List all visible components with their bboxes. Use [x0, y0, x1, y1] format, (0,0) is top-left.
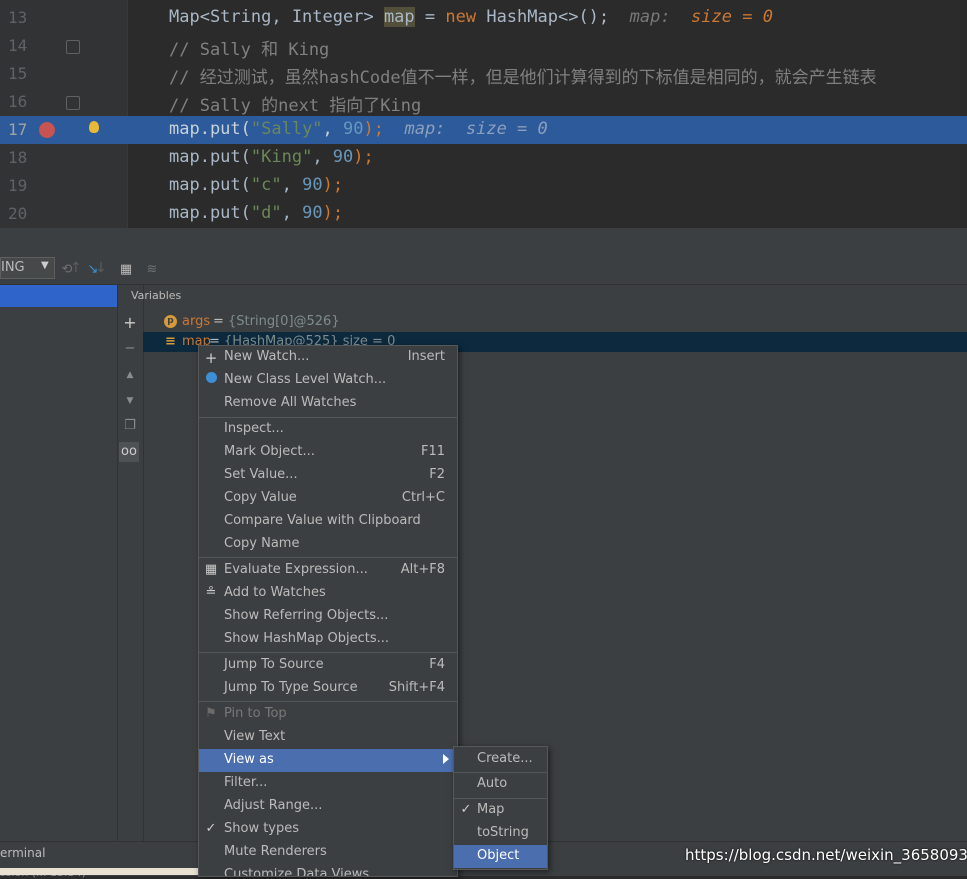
- move-down-icon[interactable]: ▼: [123, 394, 137, 408]
- variable-value: {String[0]@526}: [228, 314, 340, 329]
- variable-row[interactable]: p args = {String[0]@526}: [143, 312, 967, 332]
- arrow-down-icon[interactable]: ↓: [95, 260, 107, 276]
- menu-item-show-types[interactable]: ✓ Show types: [199, 818, 457, 841]
- line-number: 17: [8, 120, 28, 139]
- menu-item-show-referring-objects[interactable]: Show Referring Objects...: [199, 605, 457, 628]
- menu-item-jump-to-source[interactable]: Jump To Source F4: [199, 654, 457, 677]
- menu-item-mark-object[interactable]: Mark Object... F11: [199, 441, 457, 464]
- view-as-submenu: Create... Auto ✓ Map toString Object: [453, 746, 548, 870]
- menu-item-copy-value[interactable]: Copy Value Ctrl+C: [199, 487, 457, 510]
- menu-item-customize-data-views[interactable]: Customize Data Views...: [199, 864, 457, 876]
- line-number: 18: [8, 148, 28, 167]
- fold-icon[interactable]: [66, 96, 80, 110]
- arrow-up-icon[interactable]: ↑: [70, 260, 82, 276]
- context-menu: + New Watch... Insert New Class Level Wa…: [198, 345, 458, 877]
- checkmark-icon: ✓: [460, 802, 472, 817]
- variables-header: Variables: [131, 289, 182, 302]
- debug-toolbar: ⤓ ⤒ ⟲ ↘ ▦ ≋: [0, 258, 967, 285]
- menu-item-new-class-level-watch[interactable]: New Class Level Watch...: [199, 369, 457, 392]
- code-text: map.put("d", 90);: [169, 203, 344, 223]
- menu-item-set-value[interactable]: Set Value... F2: [199, 464, 457, 487]
- code-editor[interactable]: 13 Map<String, Integer> map = new HashMa…: [0, 0, 967, 228]
- code-text: // 经过测试，虽然hashCode值不一样，但是他们计算得到的下标值是相同的，…: [169, 68, 877, 88]
- calculator-icon: ▦: [204, 562, 218, 577]
- parameter-icon: p: [164, 315, 177, 328]
- menu-item-view-as[interactable]: View as: [199, 749, 457, 772]
- code-text: Map<String, Integer> map = new HashMap<>…: [169, 7, 773, 27]
- submenu-item-auto[interactable]: Auto: [454, 773, 547, 796]
- menu-item-copy-name[interactable]: Copy Name: [199, 533, 457, 556]
- lightbulb-icon[interactable]: [89, 121, 99, 133]
- submenu-item-object[interactable]: Object: [454, 845, 547, 868]
- checkmark-icon: ✓: [205, 821, 217, 836]
- minus-icon[interactable]: −: [123, 342, 137, 356]
- add-watch-icon: ≗: [205, 585, 217, 600]
- fold-icon[interactable]: [66, 40, 80, 54]
- code-line-16: 16 // Sally 的next 指向了King: [0, 88, 967, 116]
- class-watch-icon: [204, 372, 218, 387]
- code-text: // Sally 和 King: [169, 40, 330, 60]
- menu-separator: [199, 557, 457, 558]
- terminal-tab[interactable]: erminal: [0, 846, 45, 860]
- pin-icon: ⚑: [205, 706, 217, 721]
- copy-icon[interactable]: ❐: [123, 419, 137, 433]
- code-line-15: 15 // 经过测试，虽然hashCode值不一样，但是他们计算得到的下标值是相…: [0, 60, 967, 88]
- menu-item-pin-to-top[interactable]: ⚑ Pin to Top: [199, 703, 457, 726]
- menu-separator: [199, 701, 457, 702]
- thread-selector[interactable]: ING ▼: [0, 257, 55, 279]
- submenu-arrow-icon: [443, 754, 449, 764]
- menu-separator: [199, 652, 457, 653]
- breakpoint-icon[interactable]: [39, 122, 55, 138]
- watermark: https://blog.csdn.net/weixin_36580930: [685, 846, 967, 864]
- menu-item-filter[interactable]: Filter...: [199, 772, 457, 795]
- menu-item-new-watch[interactable]: + New Watch... Insert: [199, 346, 457, 369]
- code-line-18: 18 map.put("King", 90);: [0, 144, 967, 172]
- thread-selector-value: ING: [1, 260, 25, 275]
- menu-item-show-hashmap-objects[interactable]: Show HashMap Objects...: [199, 628, 457, 651]
- watches-glasses-icon[interactable]: oo: [119, 442, 139, 462]
- variable-name: args: [182, 314, 211, 329]
- line-number: 14: [8, 36, 28, 55]
- menu-item-remove-all-watches[interactable]: Remove All Watches: [199, 392, 457, 415]
- menu-item-add-to-watches[interactable]: ≗ Add to Watches: [199, 582, 457, 605]
- menu-item-adjust-range[interactable]: Adjust Range...: [199, 795, 457, 818]
- window-bottom-strip: [0, 868, 198, 875]
- frames-panel: [0, 285, 118, 841]
- evaluate-expression-icon[interactable]: ▦: [119, 263, 133, 277]
- menu-item-compare-value[interactable]: Compare Value with Clipboard: [199, 510, 457, 533]
- code-line-20: 20 map.put("d", 90);: [0, 200, 967, 228]
- submenu-item-create[interactable]: Create...: [454, 748, 547, 771]
- line-number: 16: [8, 92, 28, 111]
- code-text: map.put("Sally", 90); map: size = 0: [169, 119, 548, 139]
- menu-item-mute-renderers[interactable]: Mute Renderers: [199, 841, 457, 864]
- chevron-down-icon: ▼: [41, 260, 49, 271]
- code-text: map.put("King", 90);: [169, 147, 374, 167]
- submenu-item-tostring[interactable]: toString: [454, 822, 547, 845]
- menu-item-jump-to-type-source[interactable]: Jump To Type Source Shift+F4: [199, 677, 457, 700]
- code-line-13: 13 Map<String, Integer> map = new HashMa…: [0, 4, 967, 32]
- line-number: 13: [8, 8, 28, 27]
- code-line-19: 19 map.put("c", 90);: [0, 172, 967, 200]
- line-number: 15: [8, 64, 28, 83]
- trace-icon[interactable]: ≋: [145, 263, 159, 277]
- menu-item-inspect[interactable]: Inspect...: [199, 418, 457, 441]
- menu-item-view-text[interactable]: View Text: [199, 726, 457, 749]
- code-text: // Sally 的next 指向了King: [169, 96, 422, 116]
- variables-toolbar: + − ▲ ▼ ❐ oo: [117, 285, 144, 841]
- line-number: 19: [8, 176, 28, 195]
- code-line-17-current: 17 map.put("Sally", 90); map: size = 0: [0, 116, 967, 144]
- map-field-icon: ≡: [165, 334, 176, 349]
- menu-item-evaluate-expression[interactable]: ▦ Evaluate Expression... Alt+F8: [199, 559, 457, 582]
- selected-frame-row[interactable]: [0, 285, 117, 307]
- plus-icon: +: [204, 349, 218, 367]
- code-line-14: 14 // Sally 和 King: [0, 32, 967, 60]
- move-up-icon[interactable]: ▲: [123, 368, 137, 382]
- code-text: map.put("c", 90);: [169, 175, 344, 195]
- line-number: 20: [8, 204, 28, 223]
- add-icon[interactable]: +: [123, 315, 137, 331]
- submenu-item-map[interactable]: ✓ Map: [454, 799, 547, 822]
